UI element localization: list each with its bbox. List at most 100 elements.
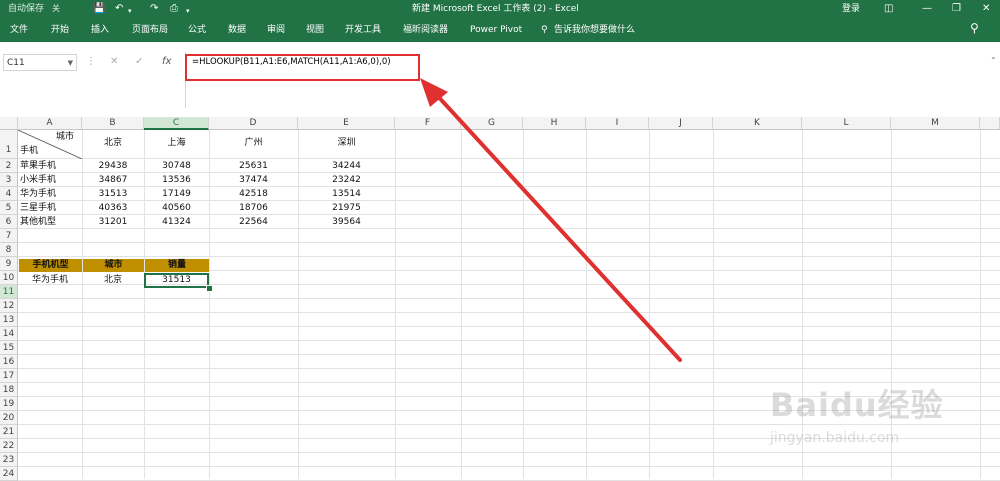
undo-icon[interactable]: ↶ (115, 3, 123, 15)
table-cell[interactable]: 30748 (144, 159, 209, 173)
table-cell[interactable]: 41324 (144, 215, 209, 229)
city-header[interactable]: 深圳 (298, 136, 395, 150)
column-header-h[interactable]: H (523, 117, 586, 130)
table-cell[interactable]: 13536 (144, 173, 209, 187)
undo-dropdown-icon[interactable]: ▾ (128, 5, 132, 17)
lookup-city-cell[interactable]: 北京 (82, 273, 144, 287)
column-header-k[interactable]: K (713, 117, 802, 130)
row-header-11[interactable]: 11 (0, 285, 18, 299)
customize-toolbar-icon[interactable]: ▾ (186, 5, 190, 17)
table-cell[interactable]: 37474 (209, 173, 298, 187)
table-cell[interactable]: 40363 (82, 201, 144, 215)
row-header-7[interactable]: 7 (0, 229, 18, 243)
cancel-icon[interactable]: ✕ (110, 56, 118, 67)
tab-file[interactable]: 文件 (10, 24, 28, 36)
row-header-18[interactable]: 18 (0, 383, 18, 397)
tab-view[interactable]: 视图 (306, 24, 324, 36)
row-header-14[interactable]: 14 (0, 327, 18, 341)
column-header-e[interactable]: E (298, 117, 395, 130)
row-header-6[interactable]: 6 (0, 215, 18, 229)
city-header[interactable]: 广州 (209, 136, 298, 150)
table-cell[interactable]: 29438 (82, 159, 144, 173)
minimize-icon[interactable]: — (922, 3, 932, 15)
row-header-16[interactable]: 16 (0, 355, 18, 369)
redo-icon[interactable]: ↷ (150, 3, 158, 15)
table-cell[interactable]: 31201 (82, 215, 144, 229)
row-header-8[interactable]: 8 (0, 243, 18, 257)
row-header-2[interactable]: 2 (0, 159, 18, 173)
expand-formula-bar-icon[interactable]: ⌃ (990, 56, 997, 65)
column-header-m[interactable]: M (891, 117, 980, 130)
tab-insert[interactable]: 插入 (91, 24, 109, 36)
column-header-j[interactable]: J (649, 117, 713, 130)
table-row-label[interactable]: 三星手机 (20, 201, 56, 215)
tab-formulas[interactable]: 公式 (188, 24, 206, 36)
row-header-1[interactable]: 1 (0, 130, 18, 159)
select-all-corner[interactable] (0, 117, 18, 130)
row-header-21[interactable]: 21 (0, 425, 18, 439)
close-icon[interactable]: ✕ (982, 3, 990, 15)
login-button[interactable]: 登录 (842, 3, 860, 15)
ribbon-display-icon[interactable]: ◫ (884, 3, 893, 15)
column-header-b[interactable]: B (82, 117, 144, 130)
lookup-header-sales[interactable]: 销量 (145, 259, 209, 272)
enter-icon[interactable]: ✓ (135, 56, 143, 67)
table-cell[interactable]: 18706 (209, 201, 298, 215)
table-row-label[interactable]: 华为手机 (20, 187, 56, 201)
row-header-12[interactable]: 12 (0, 299, 18, 313)
tab-review[interactable]: 审阅 (267, 24, 285, 36)
table-cell[interactable]: 31513 (82, 187, 144, 201)
row-header-23[interactable]: 23 (0, 453, 18, 467)
tell-me-search[interactable]: 告诉我你想要做什么 (554, 24, 635, 36)
row-header-15[interactable]: 15 (0, 341, 18, 355)
name-box[interactable]: C11 ▼ (3, 54, 77, 71)
row-header-13[interactable]: 13 (0, 313, 18, 327)
row-header-4[interactable]: 4 (0, 187, 18, 201)
lookup-header-city[interactable]: 城市 (83, 259, 144, 272)
print-preview-icon[interactable]: ⎙ (170, 3, 178, 15)
table-cell[interactable]: 13514 (298, 187, 395, 201)
row-header-9[interactable]: 9 (0, 257, 18, 271)
autosave-toggle[interactable]: 关 (52, 3, 60, 15)
save-icon[interactable]: 💾 (93, 3, 105, 15)
chevron-down-icon[interactable]: ▼ (68, 55, 73, 72)
row-header-10[interactable]: 10 (0, 271, 18, 285)
row-header-22[interactable]: 22 (0, 439, 18, 453)
row-header-3[interactable]: 3 (0, 173, 18, 187)
city-header[interactable]: 北京 (82, 136, 144, 150)
row-header-20[interactable]: 20 (0, 411, 18, 425)
table-cell[interactable]: 39564 (298, 215, 395, 229)
column-header-g[interactable]: G (461, 117, 523, 130)
tab-power-pivot[interactable]: Power Pivot (470, 24, 522, 36)
tab-data[interactable]: 数据 (228, 24, 246, 36)
table-cell[interactable]: 40560 (144, 201, 209, 215)
lookup-header-model[interactable]: 手机机型 (19, 259, 82, 272)
column-header-c[interactable]: C (144, 117, 209, 130)
insert-function-icon[interactable]: fx (162, 56, 171, 67)
table-row-label[interactable]: 苹果手机 (20, 159, 56, 173)
table-cell[interactable]: 25631 (209, 159, 298, 173)
row-header-17[interactable]: 17 (0, 369, 18, 383)
city-header[interactable]: 上海 (144, 136, 209, 150)
table-cell[interactable]: 42518 (209, 187, 298, 201)
restore-icon[interactable]: ❐ (952, 3, 961, 15)
tab-foxit-reader[interactable]: 福昕阅读器 (403, 24, 448, 36)
table-cell[interactable]: 34867 (82, 173, 144, 187)
table-row-label[interactable]: 小米手机 (20, 173, 56, 187)
table-cell[interactable]: 23242 (298, 173, 395, 187)
tab-home[interactable]: 开始 (51, 24, 69, 36)
column-header-l[interactable]: L (802, 117, 891, 130)
tab-developer[interactable]: 开发工具 (345, 24, 381, 36)
table-cell[interactable]: 21975 (298, 201, 395, 215)
row-header-19[interactable]: 19 (0, 397, 18, 411)
table-cell[interactable]: 34244 (298, 159, 395, 173)
table-row-label[interactable]: 其他机型 (20, 215, 56, 229)
table-cell[interactable]: 22564 (209, 215, 298, 229)
table-cell[interactable]: 17149 (144, 187, 209, 201)
row-header-5[interactable]: 5 (0, 201, 18, 215)
column-header-f[interactable]: F (395, 117, 461, 130)
tab-page-layout[interactable]: 页面布局 (132, 24, 168, 36)
fill-handle[interactable] (206, 285, 213, 292)
column-header-i[interactable]: I (586, 117, 649, 130)
lookup-model-cell[interactable]: 华为手机 (18, 273, 82, 287)
